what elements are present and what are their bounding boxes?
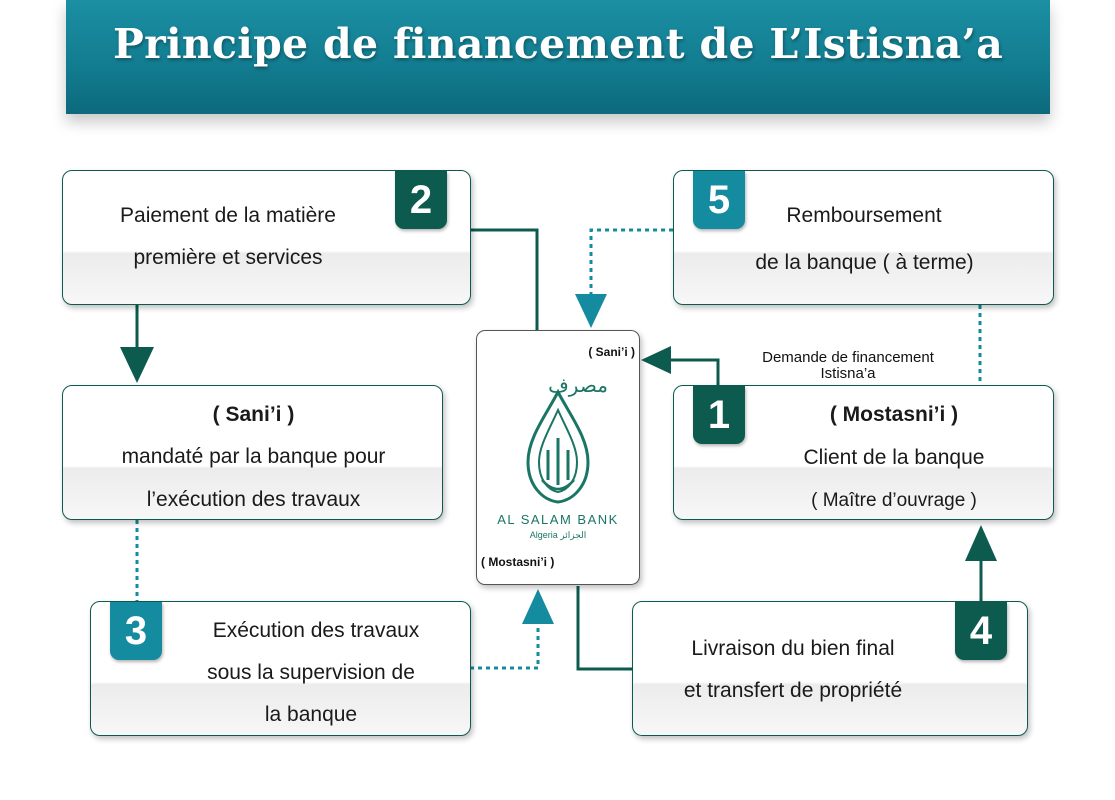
connector-center-step4 — [576, 586, 632, 671]
request-note-line1: Demande de financement — [762, 349, 934, 366]
step5-number-badge: 5 — [693, 171, 745, 229]
request-note-line2: Istisna’a — [820, 365, 876, 382]
arrow-head-sani — [120, 347, 154, 383]
step1-card: 1 ( Mostasni’i ) Client de la banque ( M… — [673, 385, 1054, 520]
arrow-head-step3-center — [522, 589, 554, 624]
sani-line2: l’exécution des travaux — [146, 488, 361, 511]
bank-label-mostasni: ( Mostasni’i ) — [481, 555, 555, 569]
step3-line1: Exécution des travaux — [212, 619, 420, 642]
step5-card: 5 Remboursement de la banque ( à terme) — [673, 170, 1054, 305]
step2-line2: première et services — [133, 246, 323, 269]
bank-country-arabic: الجزائر — [560, 530, 587, 540]
step4-line2: et transfert de propriété — [683, 679, 903, 702]
step3-card: 3 Exécution des travaux sous la supervis… — [90, 601, 471, 736]
arrow-head-step1 — [965, 525, 997, 561]
sani-line1: mandaté par la banque pour — [121, 445, 386, 468]
step4-number-badge: 4 — [955, 602, 1007, 660]
request-note: Demande de financement Istisna’a — [748, 350, 948, 382]
step3-line3: la banque — [264, 703, 358, 726]
arrow-head-step5-center — [575, 294, 607, 328]
connector-step5-center — [589, 228, 673, 296]
step4-line1: Livraison du bien final — [691, 637, 895, 660]
connector-step3-center — [470, 620, 540, 670]
bank-country-latin: Algeria — [529, 530, 558, 540]
step1-line1: Client de la banque — [803, 446, 985, 469]
connector-step2-center — [470, 228, 539, 332]
step3-number-badge: 3 — [110, 602, 162, 660]
step2-card: 2 Paiement de la matière première et ser… — [62, 170, 471, 305]
connector-step1-center — [668, 358, 720, 386]
step1-title: ( Mostasni’i ) — [829, 403, 959, 426]
step4-card: 4 Livraison du bien final et transfert d… — [632, 601, 1028, 736]
bank-name: AL SALAM BANK — [497, 512, 619, 527]
sani-title: ( Sani’i ) — [212, 403, 295, 426]
step2-line1: Paiement de la matière — [120, 204, 336, 227]
step2-number-badge: 2 — [395, 171, 447, 229]
bank-logo-icon — [526, 388, 590, 504]
bank-country: Algeria الجزائر — [477, 530, 639, 541]
bank-card: ( Sani’i ) مصرف AL SALAM BANK Algeria ال… — [476, 330, 640, 585]
sani-card: ( Sani’i ) mandaté par la banque pour l’… — [62, 385, 443, 520]
step1-line2: ( Maître d’ouvrage ) — [811, 490, 977, 511]
step5-line1: Remboursement — [786, 204, 942, 227]
step3-line2: sous la supervision de — [207, 661, 415, 684]
arrow-head-step1-center — [641, 346, 671, 374]
step5-line2: de la banque ( à terme) — [755, 251, 974, 274]
